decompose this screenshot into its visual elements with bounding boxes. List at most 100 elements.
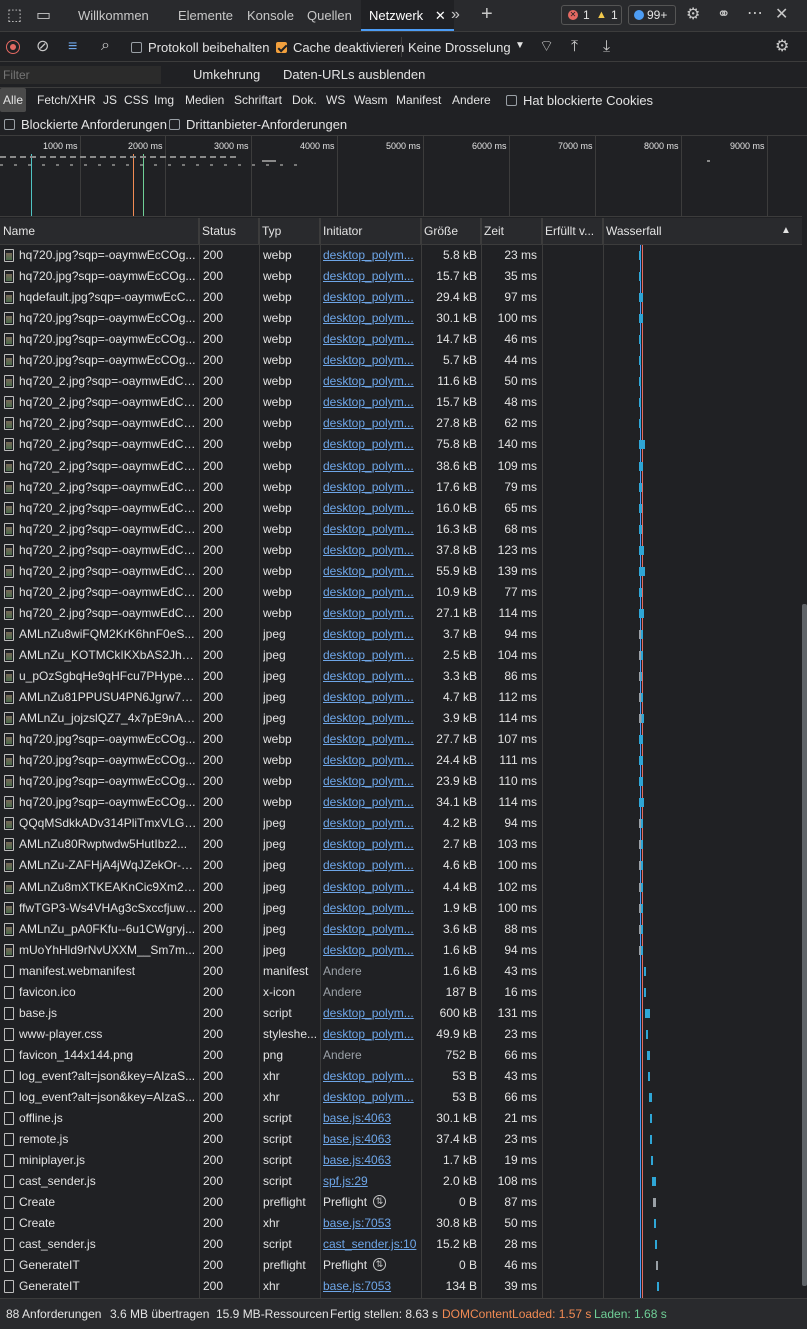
request-initiator[interactable]: cast_sender.js:10 (323, 1234, 420, 1255)
error-warning-badge[interactable]: ✕ 1 ▲ 1 (561, 5, 622, 25)
table-row[interactable]: AMLnZu81PPUSU4PN6Jgrw7Br... 200 jpeg deskto… (0, 687, 802, 708)
table-row[interactable]: QQqMSdkkADv314PliTmxVLGS... 200 jpeg deskto… (0, 813, 802, 834)
throttling-select[interactable]: Keine Drosselung ▼ (401, 37, 528, 57)
type-filter-img[interactable]: Img (154, 88, 174, 112)
table-row[interactable]: AMLnZu8wiFQM2KrK6hnF0eS... 200 jpeg desktop… (0, 624, 802, 645)
request-initiator[interactable]: desktop_polym... (323, 750, 420, 771)
table-row[interactable]: remote.js 200 script base.js:4063 37.4 kB 23 … (0, 1129, 802, 1150)
table-row[interactable]: hq720_2.jpg?sqp=-oaymwEdCJ... 200 webp desk… (0, 498, 802, 519)
table-row[interactable]: hq720_2.jpg?sqp=-oaymwEdCJ... 200 webp desk… (0, 392, 802, 413)
request-initiator[interactable]: base.js:4063 (323, 1108, 420, 1129)
table-row[interactable]: hq720.jpg?sqp=-oaymwEcCOg... 200 webp deskt… (0, 266, 802, 287)
table-row[interactable]: GenerateIT 200 preflight Preflight 0 B 46 ms ⇅ (0, 1255, 802, 1276)
type-filter-js[interactable]: JS (103, 88, 117, 112)
table-row[interactable]: hq720.jpg?sqp=-oaymwEcCOg... 200 webp deskt… (0, 771, 802, 792)
request-initiator[interactable]: desktop_polym... (323, 413, 420, 434)
network-settings-icon[interactable]: ⚙ (775, 39, 789, 55)
request-initiator[interactable]: desktop_polym... (323, 834, 420, 855)
table-row[interactable]: AMLnZu8mXTKEAKnCic9Xm20... 200 jpeg desktop… (0, 877, 802, 898)
table-row[interactable]: hq720.jpg?sqp=-oaymwEcCOg... 200 webp deskt… (0, 750, 802, 771)
table-row[interactable]: GenerateIT 200 xhr base.js:7053 134 B 39 ms (0, 1276, 802, 1297)
request-initiator[interactable]: desktop_polym... (323, 729, 420, 750)
blocked-requests-checkbox[interactable] (4, 119, 15, 130)
table-row[interactable]: hq720_2.jpg?sqp=-oaymwEdCJ... 200 webp desk… (0, 477, 802, 498)
request-initiator[interactable]: desktop_polym... (323, 519, 420, 540)
request-initiator[interactable]: desktop_polym... (323, 1003, 420, 1024)
close-tab-icon[interactable]: ✕ (435, 8, 446, 23)
type-filter-fetch-xhr[interactable]: Fetch/XHR (37, 88, 96, 112)
table-row[interactable]: Create 200 preflight Preflight 0 B 87 ms ⇅ (0, 1192, 802, 1213)
network-overview[interactable]: 1000 ms 2000 ms 3000 ms 4000 ms 5000 ms 6000 … (0, 136, 802, 217)
table-row[interactable]: log_event?alt=json&key=AIzaS... 200 xhr des… (0, 1066, 802, 1087)
request-initiator[interactable]: desktop_polym... (323, 1024, 420, 1045)
type-filter-css[interactable]: CSS (124, 88, 149, 112)
table-row[interactable]: AMLnZu_pA0FKfu--6u1CWgryj... 200 jpeg deskt… (0, 919, 802, 940)
request-initiator[interactable]: desktop_polym... (323, 940, 420, 961)
table-row[interactable]: Create 200 xhr base.js:7053 30.8 kB 50 ms (0, 1213, 802, 1234)
table-row[interactable]: cast_sender.js 200 script spf.js:29 2.0 kB 10… (0, 1171, 802, 1192)
add-tab-icon[interactable]: + (481, 4, 493, 24)
table-row[interactable]: hq720_2.jpg?sqp=-oaymwEdCJ... 200 webp desk… (0, 603, 802, 624)
scrollbar-thumb[interactable] (802, 604, 807, 1286)
disable-cache-checkbox[interactable] (276, 42, 287, 53)
request-initiator[interactable]: desktop_polym... (323, 498, 420, 519)
filter-input[interactable] (0, 66, 161, 84)
request-initiator[interactable]: desktop_polym... (323, 603, 420, 624)
table-row[interactable]: ffwTGP3-Ws4VHAg3cSxccfjuwX... 200 jpeg desk… (0, 898, 802, 919)
request-initiator[interactable]: desktop_polym... (323, 1087, 420, 1108)
record-stop-icon[interactable] (6, 40, 20, 54)
table-row[interactable]: hq720.jpg?sqp=-oaymwEcCOg... 200 webp deskt… (0, 792, 802, 813)
request-initiator[interactable]: desktop_polym... (323, 624, 420, 645)
request-initiator[interactable]: desktop_polym... (323, 561, 420, 582)
export-har-icon[interactable]: ⤓ (603, 39, 610, 55)
table-row[interactable]: hq720.jpg?sqp=-oaymwEcCOg... 200 webp deskt… (0, 245, 802, 266)
request-initiator[interactable]: spf.js:29 (323, 1171, 420, 1192)
table-row[interactable]: hq720_2.jpg?sqp=-oaymwEdCJ... 200 webp desk… (0, 371, 802, 392)
close-devtools-icon[interactable]: ✕ (775, 7, 788, 23)
table-row[interactable]: hq720.jpg?sqp=-oaymwEcCOg... 200 webp deskt… (0, 308, 802, 329)
tab-sources[interactable]: Quellen (307, 0, 352, 31)
request-initiator[interactable]: desktop_polym... (323, 582, 420, 603)
inspect-icon[interactable]: ⬚ (7, 8, 22, 24)
request-initiator[interactable]: desktop_polym... (323, 813, 420, 834)
request-initiator[interactable]: base.js:7053 (323, 1213, 420, 1234)
column-header-size[interactable]: Größe (421, 218, 481, 244)
request-initiator[interactable]: desktop_polym... (323, 877, 420, 898)
request-initiator[interactable]: base.js:4063 (323, 1150, 420, 1171)
request-initiator[interactable]: desktop_polym... (323, 919, 420, 940)
table-row[interactable]: hq720_2.jpg?sqp=-oaymwEdCJ... 200 webp desk… (0, 413, 802, 434)
tab-console[interactable]: Konsole (247, 0, 294, 31)
tab-elements[interactable]: Elemente (178, 0, 233, 31)
table-row[interactable]: AMLnZu-ZAFHjA4jWqJZekOr-S... 200 jpeg deskt… (0, 855, 802, 876)
table-row[interactable]: base.js 200 script desktop_polym... 600 kB 13… (0, 1003, 802, 1024)
table-row[interactable]: favicon.ico 200 x-icon Andere 187 B 16 ms (0, 982, 802, 1003)
column-header-time[interactable]: Zeit (481, 218, 542, 244)
table-row[interactable]: hq720_2.jpg?sqp=-oaymwEdCJ... 200 webp desk… (0, 519, 802, 540)
request-initiator[interactable]: base.js:7053 (323, 1276, 420, 1297)
request-initiator[interactable]: base.js:4063 (323, 1129, 420, 1150)
column-header-status[interactable]: Status (199, 218, 259, 244)
type-filter-all[interactable]: Alle (0, 88, 27, 112)
request-initiator[interactable]: desktop_polym... (323, 898, 420, 919)
network-conditions-icon[interactable]: ⌔ (539, 39, 554, 55)
table-row[interactable]: hq720_2.jpg?sqp=-oaymwEdCJ... 200 webp desk… (0, 456, 802, 477)
request-initiator[interactable]: desktop_polym... (323, 855, 420, 876)
type-filter-manifest[interactable]: Manifest (396, 88, 441, 112)
table-row[interactable]: hq720_2.jpg?sqp=-oaymwEdCJ... 200 webp desk… (0, 582, 802, 603)
type-filter-doc[interactable]: Dok. (292, 88, 317, 112)
table-row[interactable]: hq720_2.jpg?sqp=-oaymwEdCJ... 200 webp desk… (0, 540, 802, 561)
table-row[interactable]: manifest.webmanifest 200 manifest Andere 1.6… (0, 961, 802, 982)
request-initiator[interactable]: desktop_polym... (323, 392, 420, 413)
search-icon[interactable]: ⌕ (101, 38, 110, 54)
issues-badge[interactable]: 99+ (628, 5, 676, 25)
request-initiator[interactable]: desktop_polym... (323, 1066, 420, 1087)
request-initiator[interactable]: desktop_polym... (323, 666, 420, 687)
request-initiator[interactable]: desktop_polym... (323, 477, 420, 498)
request-initiator[interactable]: desktop_polym... (323, 329, 420, 350)
more-options-icon[interactable]: ⋯ (747, 6, 763, 22)
preserve-log-checkbox[interactable] (131, 42, 142, 53)
tab-welcome[interactable]: Willkommen (78, 0, 149, 31)
table-scrollbar[interactable] (802, 218, 807, 1298)
device-toolbar-icon[interactable]: ▭ (36, 8, 51, 24)
table-row[interactable]: favicon_144x144.png 200 png Andere 752 B 66 m… (0, 1045, 802, 1066)
